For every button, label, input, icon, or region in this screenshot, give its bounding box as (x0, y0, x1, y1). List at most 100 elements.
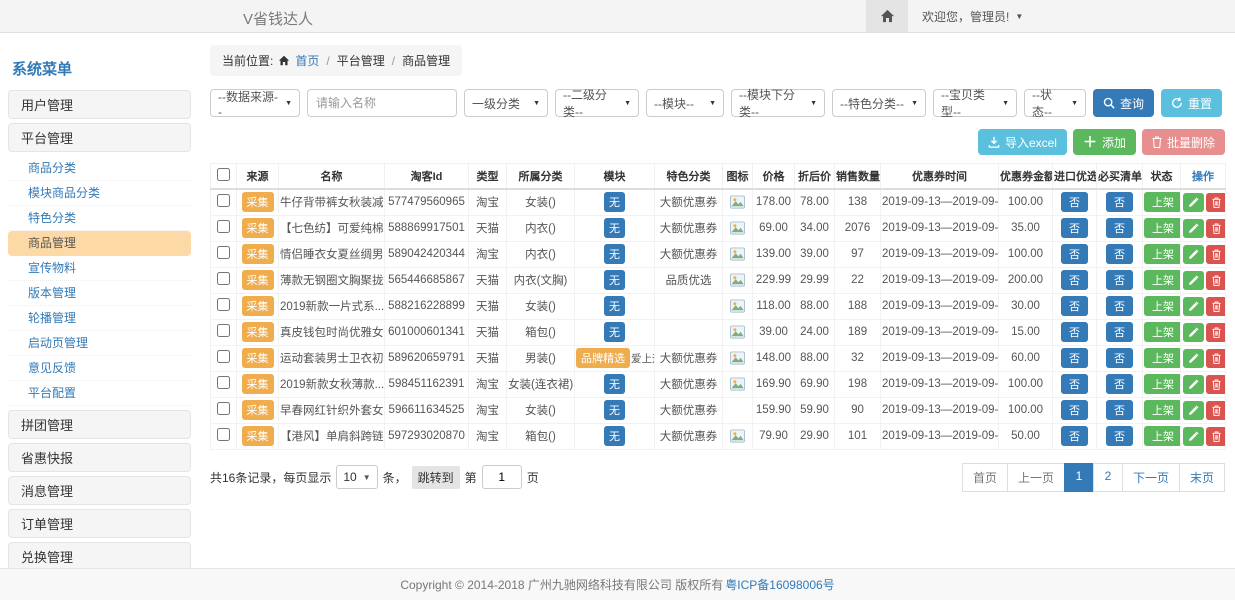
import-toggle-button[interactable]: 否 (1061, 192, 1088, 212)
jump-page-input[interactable] (482, 465, 522, 489)
delete-button[interactable] (1206, 375, 1226, 394)
status-button[interactable]: 上架 (1144, 244, 1181, 264)
pager-button[interactable]: 2 (1093, 463, 1123, 492)
filter-select[interactable]: --数据来源--▼ (210, 89, 300, 117)
import-toggle-button[interactable]: 否 (1061, 218, 1088, 238)
sidebar-item[interactable]: 宣传物料 (8, 256, 191, 281)
import-toggle-button[interactable]: 否 (1061, 244, 1088, 264)
row-checkbox[interactable] (217, 246, 230, 259)
delete-button[interactable] (1206, 271, 1226, 290)
import-toggle-button[interactable]: 否 (1061, 400, 1088, 420)
filter-select[interactable]: --模块--▼ (646, 89, 724, 117)
import-toggle-button[interactable]: 否 (1061, 322, 1088, 342)
delete-button[interactable] (1206, 245, 1226, 264)
filter-select[interactable]: --模块下分类--▼ (731, 89, 825, 117)
sidebar-item[interactable]: 特色分类 (8, 206, 191, 231)
import-toggle-button[interactable]: 否 (1061, 374, 1088, 394)
pager-button[interactable]: 末页 (1179, 463, 1225, 492)
must-buy-toggle-button[interactable]: 否 (1106, 218, 1133, 238)
home-button[interactable] (866, 0, 908, 32)
sidebar-item[interactable]: 意见反馈 (8, 356, 191, 381)
jump-button[interactable]: 跳转到 (412, 466, 460, 489)
status-button[interactable]: 上架 (1144, 426, 1181, 446)
edit-button[interactable] (1183, 271, 1204, 290)
reset-button[interactable]: 重置 (1161, 89, 1222, 117)
sidebar-group[interactable]: 省惠快报 (8, 443, 191, 472)
status-button[interactable]: 上架 (1144, 348, 1181, 368)
row-checkbox[interactable] (217, 402, 230, 415)
edit-button[interactable] (1183, 219, 1204, 238)
sidebar-item[interactable]: 启动页管理 (8, 331, 191, 356)
edit-button[interactable] (1183, 349, 1204, 368)
sidebar-group[interactable]: 拼团管理 (8, 410, 191, 439)
pager-button[interactable]: 1 (1064, 463, 1094, 492)
user-menu[interactable]: 欢迎您，管理员! ▼ (922, 0, 1023, 32)
status-button[interactable]: 上架 (1144, 322, 1181, 342)
delete-button[interactable] (1206, 427, 1226, 446)
sidebar-item[interactable]: 平台配置 (8, 381, 191, 406)
filter-select[interactable]: --特色分类--▼ (832, 89, 926, 117)
edit-button[interactable] (1183, 297, 1204, 316)
status-button[interactable]: 上架 (1144, 296, 1181, 316)
filter-select[interactable]: --宝贝类型--▼ (933, 89, 1017, 117)
add-button[interactable]: ＋ 添加 (1073, 129, 1136, 155)
sidebar-item[interactable]: 商品分类 (8, 156, 191, 181)
row-checkbox[interactable] (217, 194, 230, 207)
batch-delete-button[interactable]: 批量删除 (1142, 129, 1225, 155)
row-checkbox[interactable] (217, 376, 230, 389)
row-checkbox[interactable] (217, 298, 230, 311)
row-checkbox[interactable] (217, 220, 230, 233)
sidebar-group[interactable]: 消息管理 (8, 476, 191, 505)
must-buy-toggle-button[interactable]: 否 (1106, 270, 1133, 290)
status-button[interactable]: 上架 (1144, 192, 1181, 212)
delete-button[interactable] (1206, 401, 1226, 420)
edit-button[interactable] (1183, 401, 1204, 420)
filter-select[interactable]: --二级分类--▼ (555, 89, 639, 117)
edit-button[interactable] (1183, 375, 1204, 394)
status-button[interactable]: 上架 (1144, 270, 1181, 290)
page-size-select[interactable]: 10 ▼ (336, 465, 377, 489)
status-button[interactable]: 上架 (1144, 374, 1181, 394)
sidebar-group[interactable]: 订单管理 (8, 509, 191, 538)
row-checkbox[interactable] (217, 350, 230, 363)
must-buy-toggle-button[interactable]: 否 (1106, 322, 1133, 342)
sidebar-group[interactable]: 兑换管理 (8, 542, 191, 571)
must-buy-toggle-button[interactable]: 否 (1106, 192, 1133, 212)
delete-button[interactable] (1206, 219, 1226, 238)
sidebar-item[interactable]: 轮播管理 (8, 306, 191, 331)
row-checkbox[interactable] (217, 324, 230, 337)
must-buy-toggle-button[interactable]: 否 (1106, 244, 1133, 264)
breadcrumb-home-link[interactable]: 首页 (295, 52, 319, 69)
pager-button[interactable]: 下一页 (1122, 463, 1180, 492)
pager-button[interactable]: 首页 (962, 463, 1008, 492)
delete-button[interactable] (1206, 349, 1226, 368)
delete-button[interactable] (1206, 193, 1226, 212)
edit-button[interactable] (1183, 323, 1204, 342)
sidebar-group[interactable]: 平台管理 (8, 123, 191, 152)
import-excel-button[interactable]: 导入excel (978, 129, 1067, 155)
sidebar-group[interactable]: 用户管理 (8, 90, 191, 119)
status-button[interactable]: 上架 (1144, 218, 1181, 238)
edit-button[interactable] (1183, 427, 1204, 446)
must-buy-toggle-button[interactable]: 否 (1106, 374, 1133, 394)
import-toggle-button[interactable]: 否 (1061, 296, 1088, 316)
status-button[interactable]: 上架 (1144, 400, 1181, 420)
sidebar-item[interactable]: 商品管理 (8, 231, 191, 256)
must-buy-toggle-button[interactable]: 否 (1106, 426, 1133, 446)
pager-button[interactable]: 上一页 (1007, 463, 1065, 492)
row-checkbox[interactable] (217, 272, 230, 285)
search-button[interactable]: 查询 (1093, 89, 1154, 117)
filter-select[interactable]: --状态--▼ (1024, 89, 1086, 117)
name-input[interactable] (307, 89, 457, 117)
icp-link[interactable]: 粤ICP备16098006号 (725, 576, 834, 593)
sidebar-item[interactable]: 模块商品分类 (8, 181, 191, 206)
must-buy-toggle-button[interactable]: 否 (1106, 400, 1133, 420)
import-toggle-button[interactable]: 否 (1061, 270, 1088, 290)
filter-select[interactable]: 一级分类▼ (464, 89, 548, 117)
delete-button[interactable] (1206, 297, 1226, 316)
must-buy-toggle-button[interactable]: 否 (1106, 296, 1133, 316)
row-checkbox[interactable] (217, 428, 230, 441)
sidebar-item[interactable]: 版本管理 (8, 281, 191, 306)
edit-button[interactable] (1183, 193, 1204, 212)
import-toggle-button[interactable]: 否 (1061, 348, 1088, 368)
